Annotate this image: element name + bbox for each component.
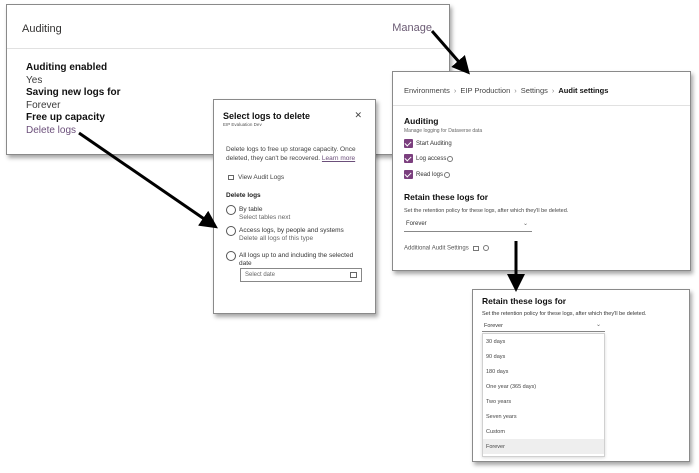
select-logs-dialog: Select logs to delete EIP Evaluation Dev… xyxy=(213,99,376,314)
retention-dropdown-panel: Retain these logs for Set the retention … xyxy=(472,289,690,462)
auditing-enabled-label: Auditing enabled xyxy=(26,62,108,73)
start-auditing-label: Start Auditing xyxy=(416,141,452,148)
saving-logs-label: Saving new logs for xyxy=(26,87,121,98)
log-access-label: Log access xyxy=(416,156,447,163)
breadcrumb-settings[interactable]: Settings xyxy=(521,86,548,95)
auditing-section-subtitle: Manage logging for Dataverse data xyxy=(404,128,483,134)
retention-options-list: 30 days 90 days 180 days One year (365 d… xyxy=(482,333,605,457)
radio-access-logs-label: Access logs, by people and systems xyxy=(239,227,344,234)
option-two-years[interactable]: Two years xyxy=(483,394,604,409)
radio-by-table-hint: Select tables next xyxy=(239,214,291,221)
audit-settings-panel: Environments › EIP Production › Settings › Aud… xyxy=(392,71,691,271)
option-30-days[interactable]: 30 days xyxy=(483,334,604,349)
retain-logs-title: Retain these logs for xyxy=(404,192,489,202)
chevron-right-icon: › xyxy=(453,86,457,95)
dialog-subtitle: EIP Evaluation Dev xyxy=(223,122,262,127)
open-in-new-icon xyxy=(473,245,480,251)
chevron-right-icon: › xyxy=(551,86,555,95)
manage-link[interactable]: Manage xyxy=(392,22,432,34)
breadcrumb-environments[interactable]: Environments xyxy=(404,86,450,95)
auditing-fields: Auditing enabled Yes Saving new logs for… xyxy=(26,62,120,137)
view-audit-logs-label: View Audit Logs xyxy=(238,174,285,181)
learn-more-link[interactable]: Learn more xyxy=(322,155,355,162)
info-icon[interactable] xyxy=(447,155,454,162)
date-placeholder: Select date xyxy=(245,272,276,278)
retention-select[interactable]: Forever ⌄ xyxy=(482,320,605,332)
read-logs-checkbox[interactable]: Read logs xyxy=(404,170,451,179)
chevron-down-icon: ⌄ xyxy=(595,322,601,328)
retention-select-value: Forever xyxy=(406,221,427,227)
radio-by-table-text: By table Select tables next xyxy=(239,206,364,222)
start-auditing-checkbox[interactable]: Start Auditing xyxy=(404,139,452,148)
breadcrumb: Environments › EIP Production › Settings › Aud… xyxy=(404,86,608,95)
retention-select-value: Forever xyxy=(484,323,503,329)
auditing-enabled-value: Yes xyxy=(26,74,43,86)
date-picker-input[interactable]: Select date xyxy=(240,268,362,282)
additional-audit-settings-link[interactable]: Additional Audit Settings xyxy=(404,245,490,252)
radio-all-logs-label: All logs up to and including the selecte… xyxy=(239,252,354,267)
view-audit-logs-button[interactable]: View Audit Logs xyxy=(228,174,284,181)
delete-logs-link[interactable]: Delete logs xyxy=(26,125,120,138)
free-up-capacity-label: Free up capacity xyxy=(26,112,105,123)
radio-all-logs-text: All logs up to and including the selecte… xyxy=(239,252,364,268)
close-icon[interactable]: ✕ xyxy=(354,110,362,121)
chevron-right-icon: › xyxy=(514,86,517,95)
radio-access-logs-hint: Delete all logs of this type xyxy=(239,235,314,242)
radio-by-table-label: By table xyxy=(239,206,263,213)
divider xyxy=(393,105,690,106)
log-access-checkbox[interactable]: Log access xyxy=(404,154,454,163)
retention-select[interactable]: Forever ⌄ xyxy=(404,218,532,232)
option-forever[interactable]: Forever xyxy=(483,439,604,454)
checkbox-checked-icon xyxy=(404,139,413,148)
option-custom[interactable]: Custom xyxy=(483,424,604,439)
radio-icon xyxy=(226,226,236,236)
radio-icon xyxy=(226,205,236,215)
info-icon[interactable] xyxy=(444,171,451,178)
delete-logs-heading: Delete logs xyxy=(226,192,261,199)
radio-icon xyxy=(226,251,236,261)
dialog-description: Delete logs to free up storage capacity.… xyxy=(226,146,371,163)
checkbox-checked-icon xyxy=(404,170,413,179)
retain-logs-description: Set the retention policy for these logs,… xyxy=(404,208,569,214)
chevron-down-icon: ⌄ xyxy=(522,221,528,227)
auditing-section-title: Auditing xyxy=(404,116,439,126)
option-seven-years[interactable]: Seven years xyxy=(483,409,604,424)
info-icon[interactable] xyxy=(483,245,490,251)
open-in-new-icon xyxy=(228,174,234,180)
auditing-title: Auditing xyxy=(22,23,62,35)
auditing-header: Auditing Manage xyxy=(7,5,449,49)
calendar-icon[interactable] xyxy=(350,272,357,278)
retain-logs-description: Set the retention policy for these logs,… xyxy=(482,311,647,317)
breadcrumb-current: Audit settings xyxy=(558,86,609,95)
checkbox-checked-icon xyxy=(404,154,413,163)
saving-logs-value: Forever xyxy=(26,99,61,111)
breadcrumb-environment[interactable]: EIP Production xyxy=(460,86,510,95)
read-logs-label: Read logs xyxy=(416,172,444,179)
option-90-days[interactable]: 90 days xyxy=(483,349,604,364)
retain-logs-title: Retain these logs for xyxy=(482,296,567,306)
radio-access-logs-text: Access logs, by people and systems Delet… xyxy=(239,227,364,243)
option-one-year[interactable]: One year (365 days) xyxy=(483,379,604,394)
dialog-title: Select logs to delete xyxy=(223,111,311,121)
additional-audit-settings-label: Additional Audit Settings xyxy=(404,245,469,252)
option-180-days[interactable]: 180 days xyxy=(483,364,604,379)
